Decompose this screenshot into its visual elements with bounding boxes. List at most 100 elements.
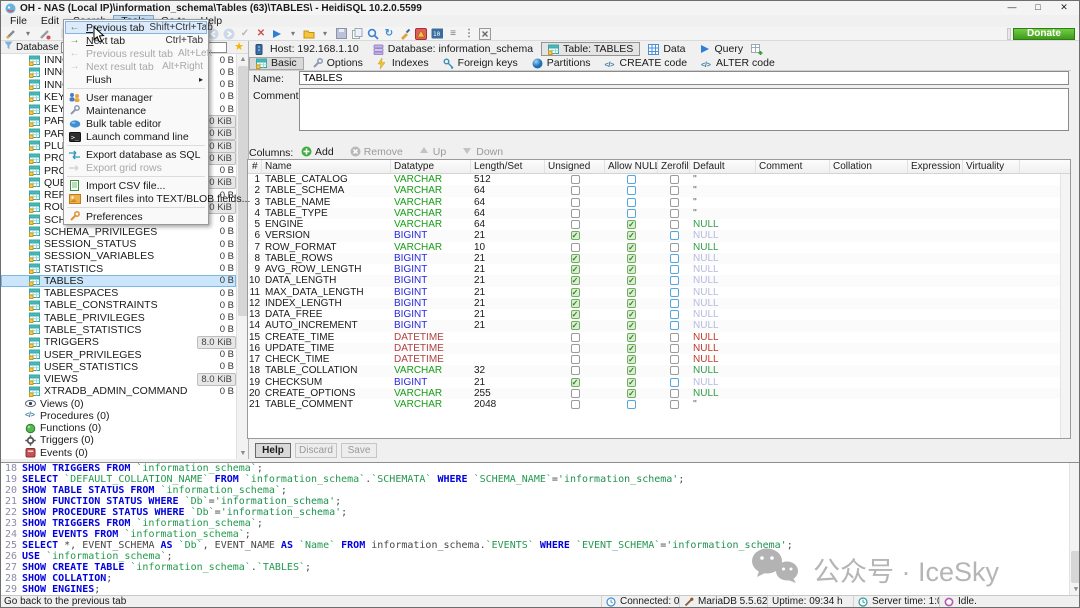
column-header-expression[interactable]: Expression xyxy=(908,160,963,173)
column-expression[interactable] xyxy=(908,399,963,410)
sidebar-item-views[interactable]: Views (0) xyxy=(1,397,236,409)
column-virtuality[interactable] xyxy=(963,174,1020,185)
checkbox-unchecked[interactable] xyxy=(627,209,636,218)
row-number[interactable]: 11 xyxy=(249,287,262,298)
warning-icon[interactable] xyxy=(415,28,427,40)
checkbox-unchecked[interactable] xyxy=(670,254,679,263)
column-collation[interactable] xyxy=(830,264,908,275)
column-row-table_schema[interactable]: 2TABLE_SCHEMAVARCHAR64'' xyxy=(248,185,1060,196)
checkbox-unchecked[interactable] xyxy=(670,220,679,229)
column-default[interactable]: NULL xyxy=(690,219,756,230)
column-comment[interactable] xyxy=(756,354,830,365)
column-expression[interactable] xyxy=(908,208,963,219)
checkbox-unchecked[interactable] xyxy=(670,288,679,297)
column-collation[interactable] xyxy=(830,377,908,388)
column-virtuality[interactable] xyxy=(963,309,1020,320)
column-row-checksum[interactable]: 19CHECKSUMBIGINT21✓✓NULL xyxy=(248,377,1060,388)
column-default[interactable]: NULL xyxy=(690,332,756,343)
checkbox-checked[interactable]: ✓ xyxy=(571,288,580,297)
column-header-collation[interactable]: Collation xyxy=(830,160,908,173)
checkbox-unchecked[interactable] xyxy=(670,333,679,342)
menu-file[interactable]: File xyxy=(3,15,34,27)
column-row-update_time[interactable]: 16UPDATE_TIMEDATETIME✓NULL xyxy=(248,343,1060,354)
column-name[interactable]: AUTO_INCREMENT xyxy=(262,320,391,331)
column-datatype[interactable]: BIGINT xyxy=(391,230,471,241)
column-expression[interactable] xyxy=(908,174,963,185)
column-default[interactable]: NULL xyxy=(690,242,756,253)
column-row-index_length[interactable]: 12INDEX_LENGTHBIGINT21✓✓NULL xyxy=(248,298,1060,309)
column-datatype[interactable]: VARCHAR xyxy=(391,388,471,399)
column-comment[interactable] xyxy=(756,174,830,185)
column-expression[interactable] xyxy=(908,287,963,298)
column-length[interactable]: 64 xyxy=(471,219,545,230)
column-datatype[interactable]: DATETIME xyxy=(391,332,471,343)
column-collation[interactable] xyxy=(830,219,908,230)
column-length[interactable]: 10 xyxy=(471,242,545,253)
column-name[interactable]: INDEX_LENGTH xyxy=(262,298,391,309)
column-length[interactable] xyxy=(471,354,545,365)
row-number[interactable]: 2 xyxy=(249,185,262,196)
column-row-avg_row_length[interactable]: 9AVG_ROW_LENGTHBIGINT21✓✓NULL xyxy=(248,264,1060,275)
column-datatype[interactable]: BIGINT xyxy=(391,309,471,320)
column-collation[interactable] xyxy=(830,298,908,309)
column-length[interactable]: 255 xyxy=(471,388,545,399)
checkbox-checked[interactable]: ✓ xyxy=(627,288,636,297)
checkbox-unchecked[interactable] xyxy=(571,186,580,195)
checkbox-unchecked[interactable] xyxy=(670,321,679,330)
column-name[interactable]: UPDATE_TIME xyxy=(262,343,391,354)
sidebar-table-session_variables[interactable]: SESSION_VARIABLES0 B xyxy=(1,250,236,262)
subtab-alter-code[interactable]: </>ALTER code xyxy=(695,57,781,70)
table-name-input[interactable] xyxy=(299,71,1069,85)
log-scroll-down-icon[interactable]: ▼ xyxy=(1070,584,1080,595)
checkbox-unchecked[interactable] xyxy=(670,389,679,398)
column-comment[interactable] xyxy=(756,242,830,253)
column-collation[interactable] xyxy=(830,309,908,320)
checkbox-unchecked[interactable] xyxy=(670,400,679,409)
column-virtuality[interactable] xyxy=(963,185,1020,196)
row-number[interactable]: 14 xyxy=(249,320,262,331)
column-name[interactable]: ROW_FORMAT xyxy=(262,242,391,253)
column-default[interactable]: NULL xyxy=(690,230,756,241)
sidebar-item-triggers[interactable]: Triggers (0) xyxy=(1,434,236,446)
log-scrollbar[interactable]: ▼ xyxy=(1069,463,1080,595)
add-column-button[interactable]: Add xyxy=(301,146,334,158)
column-datatype[interactable]: BIGINT xyxy=(391,287,471,298)
column-default[interactable]: NULL xyxy=(690,298,756,309)
column-comment[interactable] xyxy=(756,309,830,320)
checkbox-checked[interactable]: ✓ xyxy=(627,378,636,387)
column-row-table_rows[interactable]: 8TABLE_ROWSBIGINT21✓✓NULL xyxy=(248,253,1060,264)
column-comment[interactable] xyxy=(756,197,830,208)
column-default[interactable]: NULL xyxy=(690,253,756,264)
row-number[interactable]: 21 xyxy=(249,399,262,410)
checkbox-unchecked[interactable] xyxy=(670,231,679,240)
column-virtuality[interactable] xyxy=(963,388,1020,399)
column-datatype[interactable]: VARCHAR xyxy=(391,197,471,208)
closebox-icon[interactable] xyxy=(479,28,491,40)
column-row-data_free[interactable]: 13DATA_FREEBIGINT21✓✓NULL xyxy=(248,309,1060,320)
column-expression[interactable] xyxy=(908,219,963,230)
refresh-icon[interactable]: ↻ xyxy=(383,28,395,40)
column-name[interactable]: TABLE_NAME xyxy=(262,197,391,208)
checkbox-unchecked[interactable] xyxy=(571,243,580,252)
tab-data[interactable]: Data xyxy=(642,42,691,56)
checkbox-checked[interactable]: ✓ xyxy=(627,321,636,330)
checkbox-checked[interactable]: ✓ xyxy=(627,366,636,375)
checkbox-unchecked[interactable] xyxy=(627,175,636,184)
column-collation[interactable] xyxy=(830,332,908,343)
column-row-table_catalog[interactable]: 1TABLE_CATALOGVARCHAR512'' xyxy=(248,174,1060,185)
column-row-table_name[interactable]: 3TABLE_NAMEVARCHAR64'' xyxy=(248,197,1060,208)
tools-menu-item-maintenance[interactable]: Maintenance xyxy=(65,104,207,117)
column-collation[interactable] xyxy=(830,208,908,219)
column-virtuality[interactable] xyxy=(963,264,1020,275)
column-collation[interactable] xyxy=(830,275,908,286)
checkbox-unchecked[interactable] xyxy=(670,243,679,252)
tools-menu-item-launch-command-line[interactable]: >_Launch command line xyxy=(65,130,207,143)
column-row-create_time[interactable]: 15CREATE_TIMEDATETIME✓NULL xyxy=(248,332,1060,343)
column-name[interactable]: MAX_DATA_LENGTH xyxy=(262,287,391,298)
checkbox-unchecked[interactable] xyxy=(571,333,580,342)
column-default[interactable]: NULL xyxy=(690,354,756,365)
column-name[interactable]: TABLE_COLLATION xyxy=(262,365,391,376)
column-datatype[interactable]: BIGINT xyxy=(391,253,471,264)
checkbox-unchecked[interactable] xyxy=(627,186,636,195)
checkbox-checked[interactable]: ✓ xyxy=(627,344,636,353)
